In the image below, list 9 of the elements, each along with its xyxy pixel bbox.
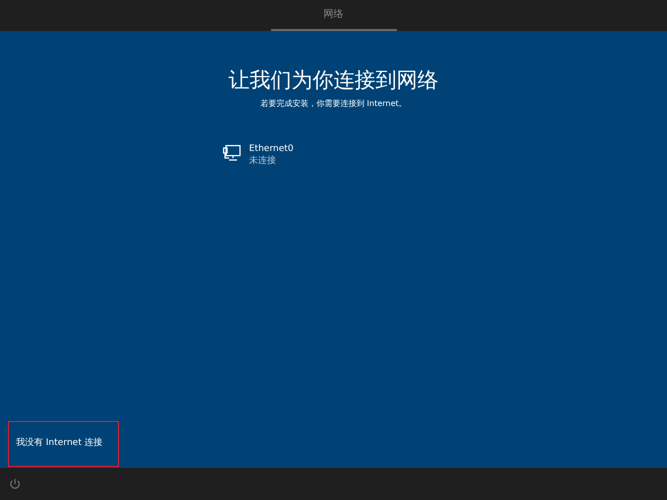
network-item[interactable]: Ethernet0 未连接 — [223, 143, 667, 167]
no-internet-link[interactable]: 我没有 Internet 连接 — [16, 437, 102, 451]
power-icon[interactable] — [9, 478, 21, 490]
ethernet-icon — [223, 145, 241, 161]
network-name: Ethernet0 — [249, 143, 294, 155]
header-tab[interactable]: 网络 — [270, 0, 396, 31]
network-status: 未连接 — [249, 155, 277, 167]
page-title: 让我们为你连接到网络 — [228, 67, 438, 94]
page-subtitle: 若要完成安装，你需要连接到 Internet。 — [260, 98, 407, 110]
